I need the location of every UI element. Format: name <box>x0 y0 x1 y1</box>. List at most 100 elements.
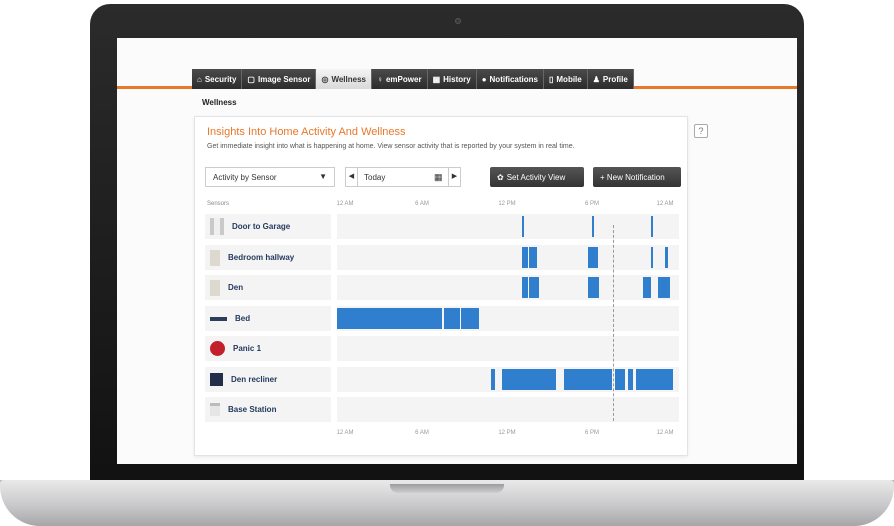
activity-segment[interactable] <box>337 308 443 329</box>
panic-button-icon <box>210 341 225 356</box>
set-activity-view-button[interactable]: ✿ Set Activity View <box>490 167 584 187</box>
panel-subtitle: Get immediate insight into what is happe… <box>207 143 575 150</box>
view-select-value: Activity by Sensor <box>213 173 277 182</box>
activity-segment[interactable] <box>443 308 460 329</box>
tab-mobile[interactable]: ▯ Mobile <box>543 69 588 89</box>
user-icon: ♟ <box>592 74 600 84</box>
tab-image-sensor[interactable]: ▢ Image Sensor <box>242 69 317 89</box>
recliner-icon <box>210 373 223 386</box>
activity-segment[interactable] <box>522 216 525 237</box>
activity-segment[interactable] <box>460 308 480 329</box>
hallway-sensor-icon <box>210 249 220 266</box>
axis-tick-label: 6 PM <box>584 430 600 436</box>
activity-segment[interactable] <box>650 247 654 268</box>
activity-segment[interactable] <box>614 369 625 390</box>
activity-segment[interactable] <box>529 247 537 268</box>
activity-segment[interactable] <box>587 277 600 298</box>
sensor-label[interactable]: Bed <box>205 306 331 331</box>
sensor-row: Bed <box>205 306 681 331</box>
activity-segment[interactable] <box>522 277 528 298</box>
activity-segment[interactable] <box>650 216 653 237</box>
calendar-icon[interactable]: ▦ <box>434 172 443 183</box>
sensor-row: Panic 1 <box>205 336 681 361</box>
activity-segment[interactable] <box>636 369 674 390</box>
tab-label: Profile <box>602 74 628 84</box>
activity-segment[interactable] <box>627 369 634 390</box>
screen: ⌂ Security ▢ Image Sensor ◎ Wellness ♀ emPow… <box>117 38 797 464</box>
phone-icon: ▯ <box>548 74 554 84</box>
tab-label: Image Sensor <box>257 74 311 84</box>
sensor-label[interactable]: Bedroom hallway <box>205 245 331 270</box>
webcam <box>455 18 461 24</box>
activity-segment[interactable] <box>529 277 540 298</box>
activity-track[interactable] <box>337 245 679 270</box>
activity-segment[interactable] <box>592 216 595 237</box>
activity-track[interactable] <box>337 397 679 422</box>
tab-empower[interactable]: ♀ emPower <box>371 69 428 89</box>
date-value[interactable]: Today <box>364 173 385 182</box>
activity-segment[interactable] <box>587 247 598 268</box>
tab-security[interactable]: ⌂ Security <box>192 69 243 89</box>
set-activity-view-label: Set Activity View <box>506 172 566 182</box>
sensor-label[interactable]: Panic 1 <box>205 336 331 361</box>
tab-profile[interactable]: ♟ Profile <box>587 69 634 89</box>
sensor-label[interactable]: Base Station <box>205 397 331 422</box>
tab-label: Wellness <box>331 74 366 84</box>
tab-label: Notifications <box>489 74 538 84</box>
next-day-button[interactable]: ▶ <box>448 168 460 186</box>
activity-segment[interactable] <box>664 247 668 268</box>
activity-track[interactable] <box>337 214 679 239</box>
activity-track[interactable] <box>337 275 679 300</box>
axis-tick-label: 6 PM <box>584 201 600 207</box>
activity-segment[interactable] <box>643 277 651 298</box>
sensor-label[interactable]: Door to Garage <box>205 214 331 239</box>
sensor-name: Bed <box>235 314 251 323</box>
activity-segment[interactable] <box>502 369 557 390</box>
bed-icon <box>210 316 227 321</box>
sensor-name: Panic 1 <box>233 344 262 353</box>
bulb-icon: ♀ <box>376 74 383 84</box>
new-notification-label: + New Notification <box>600 172 665 182</box>
sensor-name: Door to Garage <box>232 222 291 231</box>
gear-icon: ✿ <box>497 172 504 182</box>
home-icon: ⌂ <box>197 74 202 84</box>
activity-segment[interactable] <box>657 277 671 298</box>
axis-tick-label: 12 PM <box>498 430 516 436</box>
activity-track[interactable] <box>337 336 679 361</box>
wellness-panel: Insights Into Home Activity And Wellness… <box>194 116 688 456</box>
camera-icon: ▢ <box>247 74 255 84</box>
time-axis-bottom: 12 AM 6 AM 12 PM 6 PM 12 AM <box>336 430 679 440</box>
activity-segment[interactable] <box>522 247 528 268</box>
activity-track[interactable] <box>337 367 679 392</box>
sensor-row: Den recliner <box>205 367 681 392</box>
prev-day-button[interactable]: ◀ <box>346 168 358 186</box>
date-picker: ◀ Today ▦ ▶ <box>345 167 461 187</box>
tab-wellness[interactable]: ◎ Wellness <box>316 69 372 89</box>
page-title: Wellness <box>202 98 237 107</box>
chat-icon: ● <box>481 74 487 84</box>
tab-history[interactable]: ▦ History <box>427 69 477 89</box>
axis-tick-label: 12 AM <box>656 430 674 436</box>
sensor-label[interactable]: Den recliner <box>205 367 331 392</box>
sensor-row: Base Station <box>205 397 681 422</box>
den-sensor-icon <box>210 279 220 296</box>
sensor-label[interactable]: Den <box>205 275 331 300</box>
time-axis-top: 12 AM 6 AM 12 PM 6 PM 12 AM <box>336 201 679 211</box>
view-select[interactable]: Activity by Sensor ▼ <box>205 167 335 187</box>
sensor-row: Bedroom hallway <box>205 245 681 270</box>
laptop-notch <box>390 484 504 493</box>
main-nav: ⌂ Security ▢ Image Sensor ◎ Wellness ♀ emPow… <box>192 69 634 89</box>
wellness-icon: ◎ <box>321 74 329 84</box>
new-notification-button[interactable]: + New Notification <box>593 167 681 187</box>
tab-notifications[interactable]: ● Notifications <box>476 69 544 89</box>
activity-segment[interactable] <box>563 369 612 390</box>
sensor-name: Bedroom hallway <box>228 253 295 262</box>
help-icon[interactable]: ? <box>694 124 708 138</box>
axis-tick-label: 6 AM <box>415 430 429 436</box>
activity-track[interactable] <box>337 306 679 331</box>
base-station-icon <box>210 403 220 416</box>
axis-tick-label: 12 PM <box>498 201 516 207</box>
sensor-name: Base Station <box>228 405 277 414</box>
activity-segment[interactable] <box>490 369 496 390</box>
axis-tick-label: 12 AM <box>336 201 354 207</box>
